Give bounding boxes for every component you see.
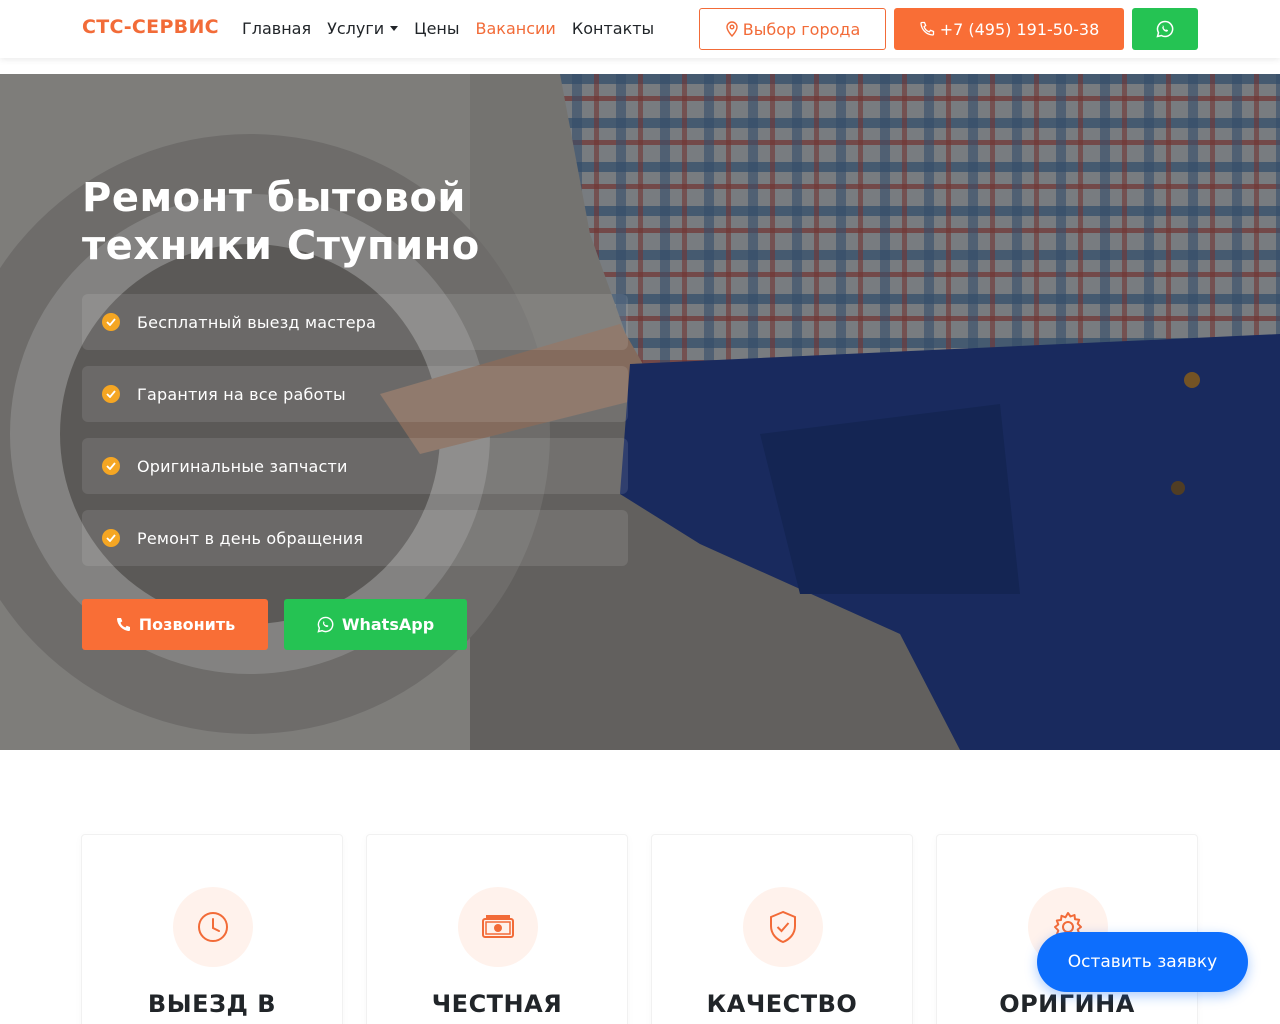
benefit-card: ОРИГИНА (936, 834, 1198, 1024)
call-button-label: Позвонить (138, 615, 236, 634)
nav-item-contacts[interactable]: Контакты (572, 19, 654, 38)
benefit-card: ВЫЕЗД В (81, 834, 343, 1024)
benefit-card: КАЧЕСТВО (651, 834, 913, 1024)
leave-request-button[interactable]: Оставить заявку (1037, 932, 1248, 992)
hero-title: Ремонт бытовой техники Ступино (82, 175, 480, 269)
phone-icon (920, 21, 934, 36)
feature-item: Бесплатный выезд мастера (82, 294, 628, 350)
nav-item-services-label: Услуги (327, 19, 385, 38)
feature-text: Оригинальные запчасти (137, 456, 348, 476)
check-icon (102, 457, 120, 475)
benefit-title: КАЧЕСТВО (706, 990, 858, 1018)
check-icon (102, 529, 120, 547)
benefit-title: ОРИГИНА (999, 990, 1135, 1018)
whatsapp-button-label: WhatsApp (341, 615, 435, 634)
feature-item: Гарантия на все работы (82, 366, 628, 422)
feature-text: Ремонт в день обращения (137, 528, 364, 548)
benefit-card: ЧЕСТНАЯ (366, 834, 628, 1024)
nav-item-home[interactable]: Главная (242, 19, 311, 38)
city-select-label: Выбор города (742, 19, 861, 39)
phone-button[interactable]: +7 (495) 191-50-38 (894, 8, 1124, 50)
nav-item-prices[interactable]: Цены (414, 19, 459, 38)
phone-icon (116, 617, 130, 631)
benefit-title: ВЫЕЗД В (147, 990, 277, 1018)
phone-number: +7 (495) 191-50-38 (939, 19, 1100, 39)
money-icon (458, 887, 538, 967)
whatsapp-icon (1156, 20, 1174, 38)
nav-item-services[interactable]: Услуги (327, 19, 399, 38)
check-icon (102, 313, 120, 331)
hero-section: Ремонт бытовой техники Ступино Бесплатны… (0, 74, 1280, 750)
main-nav: Главная Услуги Цены Вакансии Контакты (242, 19, 654, 38)
whatsapp-top-button[interactable] (1132, 8, 1198, 50)
feature-text: Гарантия на все работы (137, 384, 346, 404)
feature-item: Оригинальные запчасти (82, 438, 628, 494)
check-icon (102, 385, 120, 403)
call-button[interactable]: Позвонить (82, 599, 268, 650)
city-select-button[interactable]: Выбор города (699, 8, 886, 50)
clock-icon (173, 887, 253, 967)
whatsapp-icon (317, 616, 334, 633)
benefit-title: ЧЕСТНАЯ (431, 990, 563, 1018)
navbar: СТС-СЕРВИС Главная Услуги Цены Вакансии … (0, 0, 1280, 58)
whatsapp-button[interactable]: WhatsApp (284, 599, 467, 650)
brand-logo[interactable]: СТС-СЕРВИС (82, 16, 219, 38)
feature-item: Ремонт в день обращения (82, 510, 628, 566)
feature-text: Бесплатный выезд мастера (137, 312, 377, 332)
nav-item-vacancies[interactable]: Вакансии (476, 19, 556, 38)
location-pin-icon (726, 21, 738, 37)
shield-check-icon (743, 887, 823, 967)
chevron-down-icon (390, 26, 399, 31)
